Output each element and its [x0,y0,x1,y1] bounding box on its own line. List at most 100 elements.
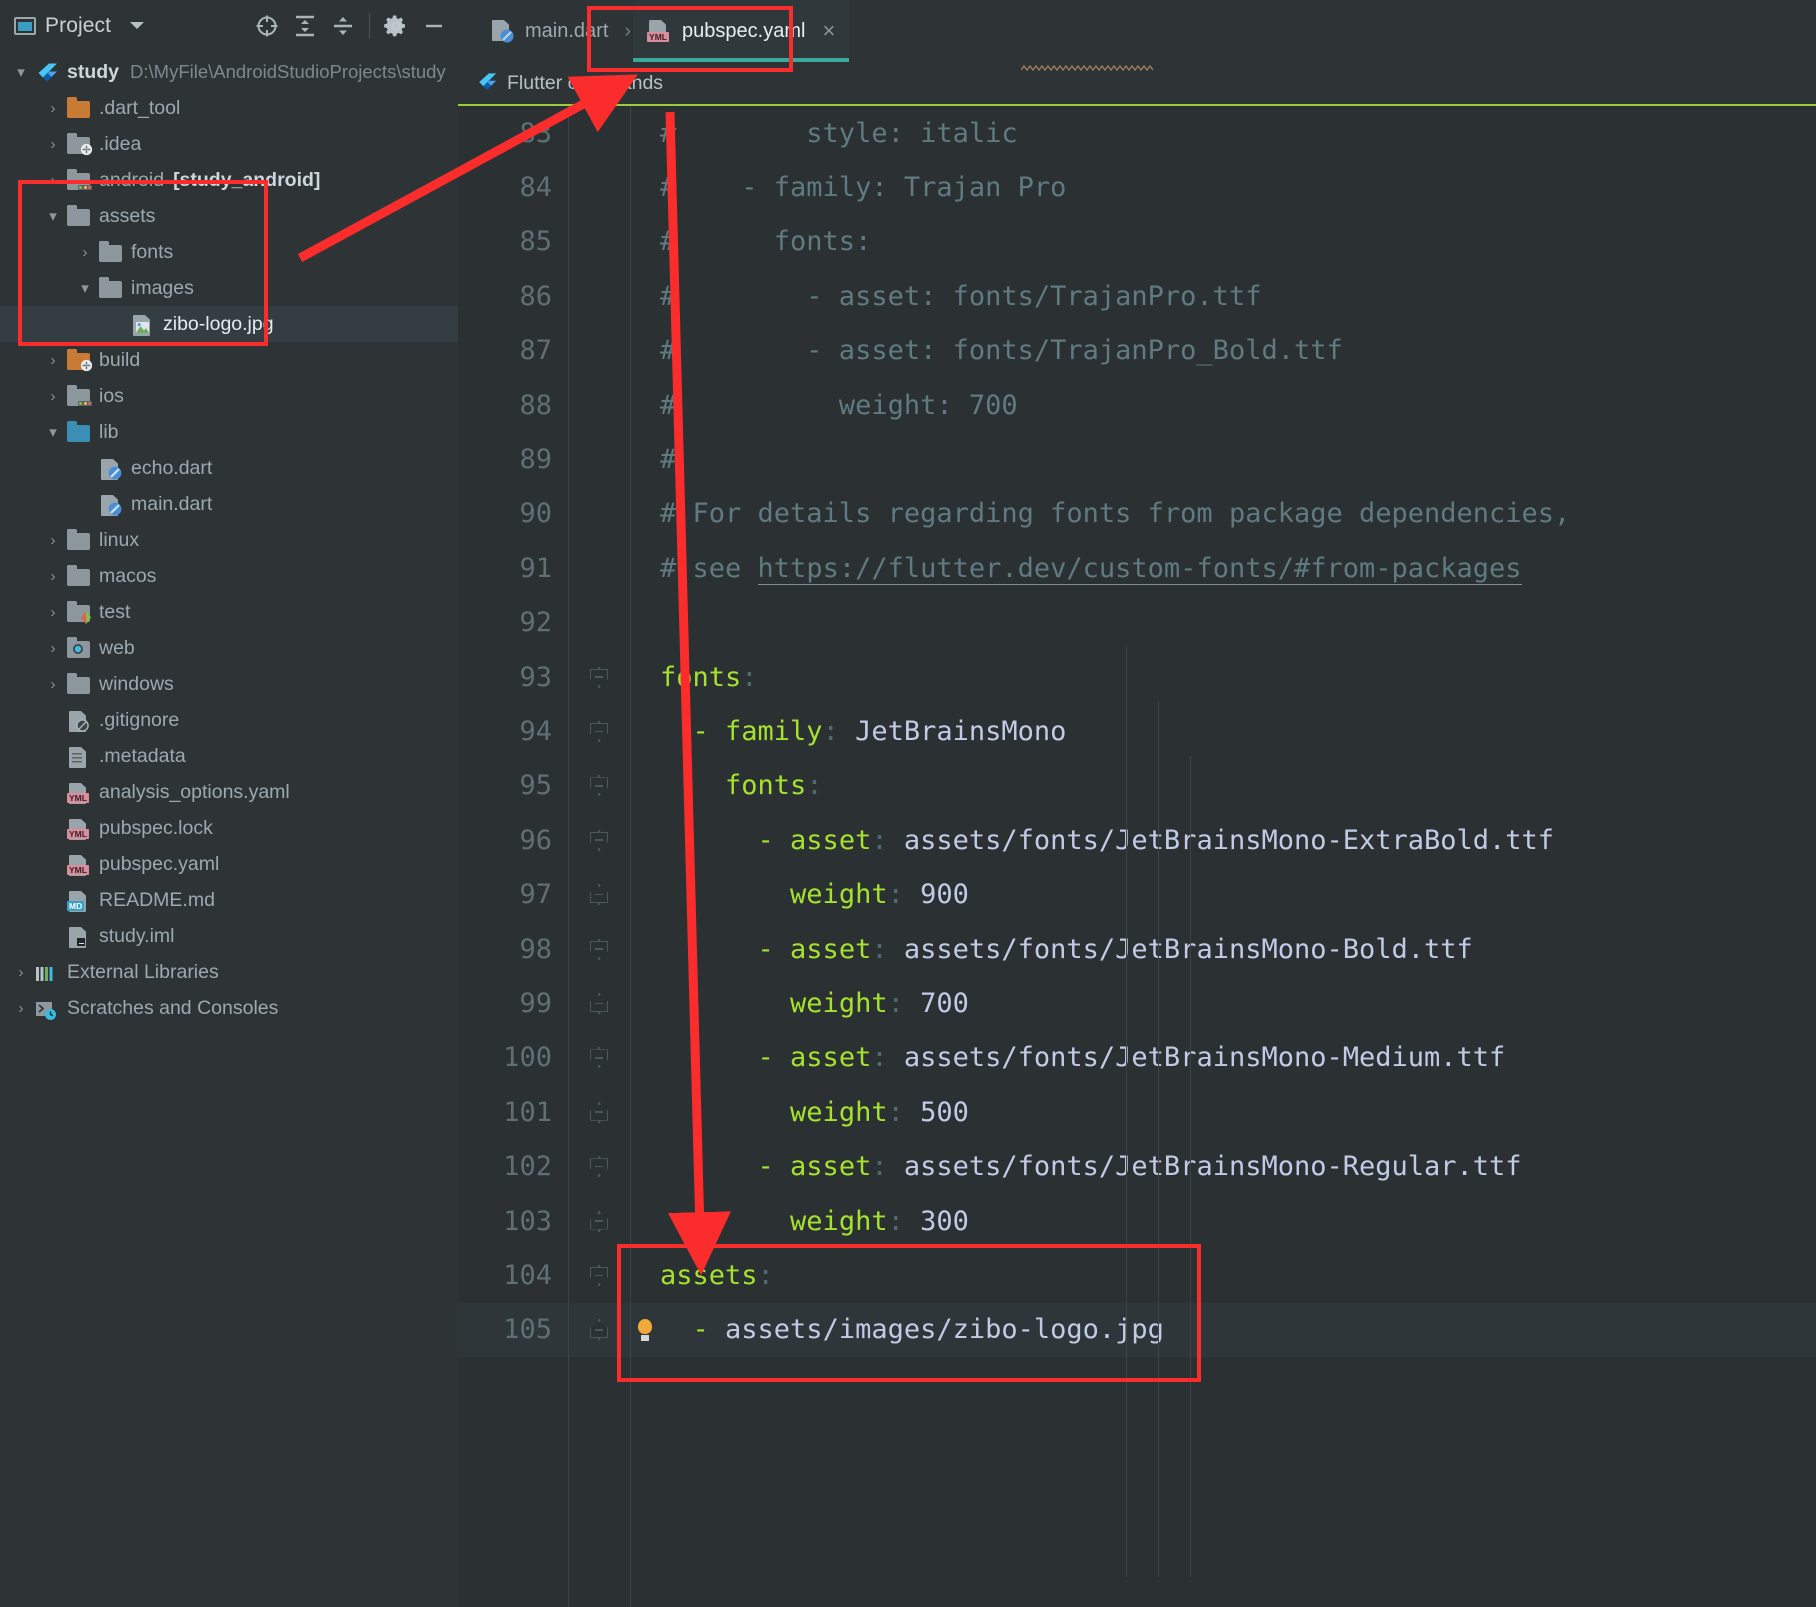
chevron-expanded-icon[interactable]: ▾ [8,63,34,81]
tab-main-dart[interactable]: main.dart [476,0,622,62]
fold-region-end-icon[interactable] [590,1212,608,1230]
code-line[interactable]: 96 - asset: assets/fonts/JetBrainsMono-E… [458,813,1816,867]
fold-gutter[interactable] [568,720,630,742]
tree-item-dart-tool[interactable]: › .dart_tool [0,90,458,126]
project-tool-window-button[interactable]: Project [14,14,145,38]
tree-item-assets[interactable]: ▾ assets [0,198,458,234]
fold-gutter[interactable] [568,1264,630,1286]
chevron-expanded-icon[interactable]: ▾ [40,423,66,441]
code-editor[interactable]: 83 # style: italic 84 # - family: Trajan Pr… [458,106,1816,1607]
code-line[interactable]: 84 # - family: Trajan Pro [458,160,1816,214]
tree-item-test[interactable]: › test [0,594,458,630]
tree-item-windows[interactable]: › windows [0,666,458,702]
chevron-collapsed-icon[interactable]: › [40,532,66,549]
fold-gutter[interactable] [568,992,630,1014]
code-line[interactable]: 105 - assets/images/zibo-logo.jpg [458,1302,1816,1357]
fold-gutter[interactable] [568,1319,630,1341]
code-line[interactable]: 89 # [458,432,1816,486]
code-line[interactable]: 94 - family: JetBrainsMono [458,704,1816,758]
locate-icon[interactable] [249,8,285,44]
tree-item-gitignore[interactable]: .gitignore [0,702,458,738]
chevron-collapsed-icon[interactable]: › [8,1000,34,1017]
collapse-all-icon[interactable] [325,8,361,44]
fold-gutter[interactable] [568,1156,630,1178]
code-line[interactable]: 103 weight: 300 [458,1194,1816,1248]
tree-item-readme-md[interactable]: MD README.md [0,882,458,918]
chevron-collapsed-icon[interactable]: › [72,244,98,261]
code-line[interactable]: 101 weight: 500 [458,1085,1816,1139]
code-line[interactable]: 95 fonts: [458,759,1816,813]
tree-item-idea[interactable]: › .idea [0,126,458,162]
tree-item-macos[interactable]: › macos [0,558,458,594]
chevron-down-icon[interactable] [130,22,145,29]
code-line[interactable]: 92 [458,596,1816,650]
fold-region-end-icon[interactable] [590,886,608,904]
tree-item-lib[interactable]: ▾ lib [0,414,458,450]
tree-item-ios[interactable]: › ios [0,378,458,414]
fold-gutter[interactable] [568,775,630,797]
chevron-collapsed-icon[interactable]: › [40,100,66,117]
fold-region-start-icon[interactable] [590,722,608,740]
fold-gutter[interactable] [568,666,630,688]
code-line[interactable]: 85 # fonts: [458,215,1816,269]
tree-item-main-dart[interactable]: main.dart [0,486,458,522]
code-line[interactable]: 83 # style: italic [458,106,1816,160]
minimize-icon[interactable] [416,8,452,44]
tree-root-study[interactable]: ▾ study D:\MyFile\AndroidStudioProjects\… [0,54,458,90]
code-line[interactable]: 93 fonts: [458,650,1816,704]
chevron-collapsed-icon[interactable]: › [8,964,34,981]
tree-item-fonts[interactable]: › fonts [0,234,458,270]
tree-item-zibo-logo-jpg[interactable]: zibo-logo.jpg [0,306,458,342]
close-icon[interactable]: × [822,20,835,42]
code-line[interactable]: 86 # - asset: fonts/TrajanPro.ttf [458,269,1816,323]
code-line[interactable]: 98 - asset: assets/fonts/JetBrainsMono-B… [458,922,1816,976]
code-line[interactable]: 100 - asset: assets/fonts/JetBrainsMono-… [458,1031,1816,1085]
intention-bulb-slot[interactable] [630,1318,660,1341]
gear-icon[interactable] [378,8,414,44]
code-line[interactable]: 88 # weight: 700 [458,378,1816,432]
project-tree[interactable]: ▾ study D:\MyFile\AndroidStudioProjects\… [0,52,458,1026]
code-line[interactable]: 102 - asset: assets/fonts/JetBrainsMono-… [458,1139,1816,1193]
tree-item-external-libraries[interactable]: › External Libraries [0,954,458,990]
chevron-collapsed-icon[interactable]: › [40,604,66,621]
code-line[interactable]: 91 # see https://flutter.dev/custom-fonts… [458,541,1816,595]
chevron-collapsed-icon[interactable]: › [40,388,66,405]
fold-region-start-icon[interactable] [590,1158,608,1176]
fold-gutter[interactable] [568,829,630,851]
tree-item-study-iml[interactable]: study.iml [0,918,458,954]
tree-item-build[interactable]: › build [0,342,458,378]
fold-gutter[interactable] [568,884,630,906]
tree-item-android[interactable]: › android [study_android] [0,162,458,198]
chevron-collapsed-icon[interactable]: › [40,352,66,369]
chevron-collapsed-icon[interactable]: › [40,568,66,585]
lightbulb-icon[interactable] [637,1318,653,1341]
chevron-expanded-icon[interactable]: ▾ [40,207,66,225]
chevron-collapsed-icon[interactable]: › [40,136,66,153]
fold-gutter[interactable] [568,1047,630,1069]
chevron-collapsed-icon[interactable]: › [40,172,66,189]
tree-item-echo-dart[interactable]: echo.dart [0,450,458,486]
fold-region-start-icon[interactable] [590,1049,608,1067]
fold-region-end-icon[interactable] [590,1321,608,1339]
tree-item-web[interactable]: › web [0,630,458,666]
code-line[interactable]: 87 # - asset: fonts/TrajanPro_Bold.ttf [458,324,1816,378]
fold-region-start-icon[interactable] [590,831,608,849]
fold-region-start-icon[interactable] [590,940,608,958]
code-line[interactable]: 90 # For details regarding fonts from pac… [458,487,1816,541]
chevron-collapsed-icon[interactable]: › [40,676,66,693]
tree-item-pubspec-yaml[interactable]: YML pubspec.yaml [0,846,458,882]
code-line[interactable]: 104 assets: [458,1248,1816,1302]
tree-item-pubspec-lock[interactable]: YML pubspec.lock [0,810,458,846]
tree-item-metadata[interactable]: .metadata [0,738,458,774]
fold-region-start-icon[interactable] [590,668,608,686]
fold-region-start-icon[interactable] [590,1266,608,1284]
fold-region-start-icon[interactable] [590,777,608,795]
chevron-collapsed-icon[interactable]: › [40,640,66,657]
tree-item-analysis-options-yaml[interactable]: YML analysis_options.yaml [0,774,458,810]
tree-item-linux[interactable]: › linux [0,522,458,558]
expand-all-icon[interactable] [287,8,323,44]
code-line[interactable]: 97 weight: 900 [458,867,1816,921]
tab-pubspec-yaml[interactable]: YML pubspec.yaml × [633,0,850,62]
fold-gutter[interactable] [568,1210,630,1232]
tree-item-images[interactable]: ▾ images [0,270,458,306]
